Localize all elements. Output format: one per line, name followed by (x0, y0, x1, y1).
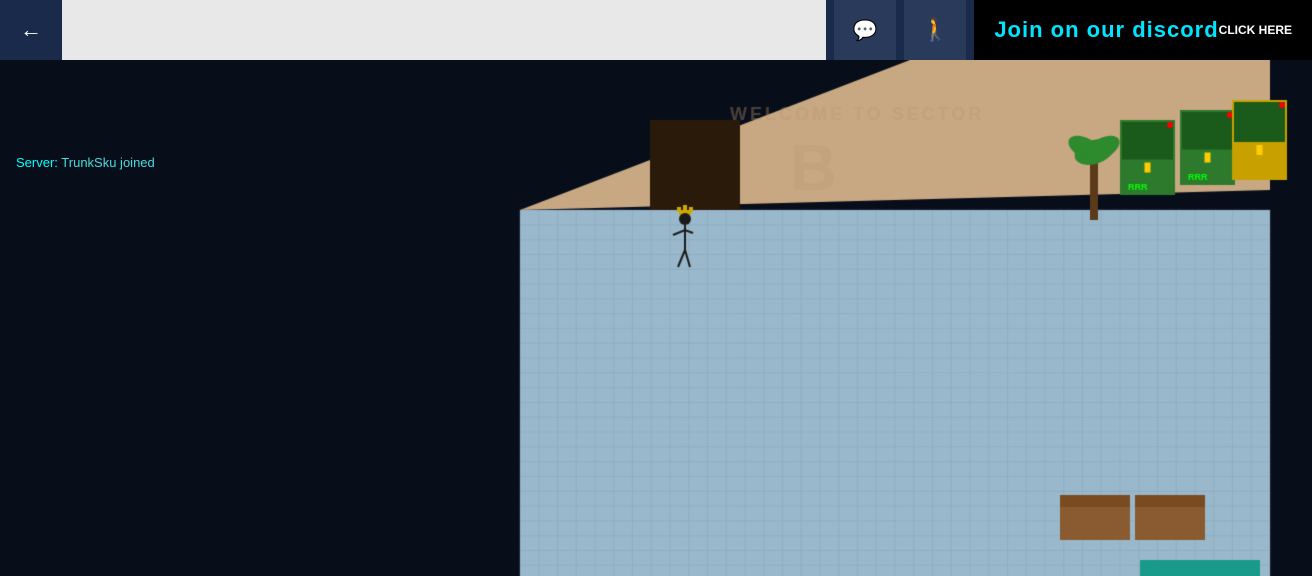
top-bar: ← 💬 🚶 Join on our discord CLICK HERE (0, 0, 1312, 60)
emote-button[interactable]: 🚶 (904, 0, 966, 60)
emote-icon: 🚶 (922, 17, 949, 43)
server-message-text: TrunkSku joined (61, 155, 154, 170)
game-scene (480, 60, 1312, 576)
bar-separator-3 (966, 0, 974, 60)
bar-separator (826, 0, 834, 60)
server-label: Server: (16, 155, 58, 170)
back-button[interactable]: ← (0, 0, 62, 60)
search-input[interactable] (62, 0, 826, 60)
server-message: Server: TrunkSku joined (16, 155, 155, 170)
chat-icon: 💬 (853, 18, 878, 43)
back-arrow-icon: ← (20, 17, 42, 43)
game-world (0, 60, 1312, 576)
bar-separator-2 (896, 0, 904, 60)
chat-button[interactable]: 💬 (834, 0, 896, 60)
discord-banner[interactable]: Join on our discord CLICK HERE (974, 0, 1312, 60)
click-here-label: CLICK HERE (1219, 23, 1292, 37)
discord-text: Join on our discord (994, 17, 1218, 43)
